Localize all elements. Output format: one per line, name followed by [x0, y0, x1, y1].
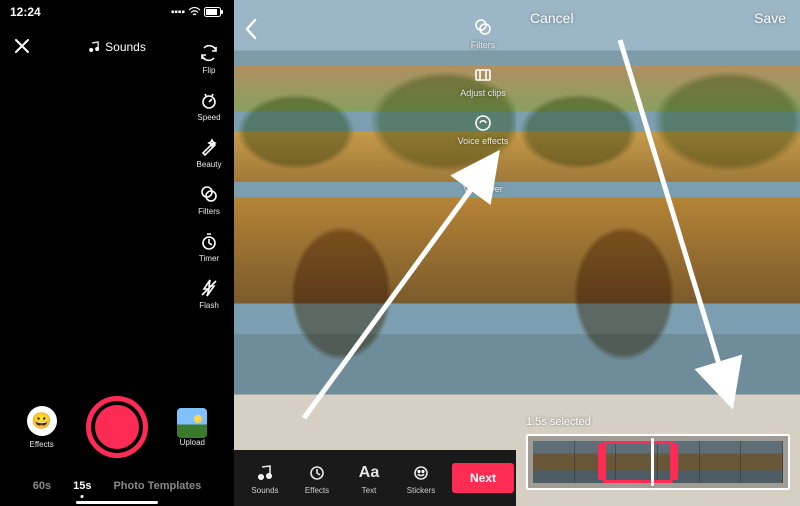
tb-effects-label: Effects [294, 486, 340, 495]
wifi-icon [188, 7, 201, 17]
flash-label: Flash [198, 301, 220, 310]
adjust-clips-screen: Cancel Save 1.5s selected [516, 0, 800, 506]
voice-effects-icon [472, 112, 494, 134]
music-note-icon-2 [242, 462, 288, 484]
voice-effects-label: Voice effects [458, 136, 509, 146]
voiceover-label: Voiceover [463, 184, 503, 194]
battery-icon [204, 7, 224, 17]
voiceover-button[interactable]: Voiceover [463, 160, 503, 194]
trim-frame [526, 434, 790, 490]
upload-icon [177, 408, 207, 438]
clock-icon [294, 462, 340, 484]
filters-icon-2 [472, 16, 494, 38]
speed-icon [198, 89, 220, 111]
back-icon[interactable] [244, 18, 258, 40]
effects-icon: 😀 [27, 406, 57, 436]
flip-icon [198, 42, 220, 64]
status-bar: 12:24 ▪▪▪▪ [0, 3, 234, 21]
adjust-clips-button[interactable]: Adjust clips [460, 64, 506, 98]
tb-stickers-label: Stickers [398, 486, 444, 495]
tb-sounds-label: Sounds [242, 486, 288, 495]
mode-60s[interactable]: 60s [33, 480, 51, 492]
shutter-row: 😀 Effects Upload [0, 396, 234, 458]
clip-thumb [533, 441, 575, 483]
speed-label: Speed [197, 113, 220, 122]
home-indicator [76, 501, 158, 504]
status-time: 12:24 [10, 5, 41, 19]
camera-screen: 12:24 ▪▪▪▪ Sounds Flip [0, 0, 234, 506]
speed-button[interactable]: Speed [197, 89, 220, 122]
upload-button[interactable]: Upload [177, 408, 207, 447]
tb-text-label: Text [346, 486, 392, 495]
preview-toolbar: Sounds Effects Aa Text Stickers Next [234, 450, 516, 506]
text-icon: Aa [346, 462, 392, 484]
flash-icon [198, 277, 220, 299]
next-button[interactable]: Next [452, 463, 514, 493]
filters-label-2: Filters [471, 40, 496, 50]
effects-label: Effects [27, 440, 57, 449]
trim-area: 1.5s selected [526, 416, 790, 490]
flash-button[interactable]: Flash [198, 277, 220, 310]
mode-15s[interactable]: 15s [73, 480, 91, 492]
sticker-icon [398, 462, 444, 484]
beauty-label: Beauty [197, 160, 222, 169]
record-button[interactable] [86, 396, 148, 458]
tb-effects[interactable]: Effects [294, 462, 340, 495]
filters-button[interactable]: Filters [198, 183, 220, 216]
preview-side-tools: Filters Adjust clips Voice effects Voice… [456, 16, 510, 194]
voice-effects-button[interactable]: Voice effects [458, 112, 509, 146]
adjust-clips-label: Adjust clips [460, 88, 506, 98]
timer-icon [198, 230, 220, 252]
upload-label: Upload [177, 438, 207, 447]
voiceover-icon [472, 160, 494, 182]
filters-icon [198, 183, 220, 205]
effects-button[interactable]: 😀 Effects [27, 406, 57, 449]
close-icon[interactable] [14, 38, 30, 54]
beauty-button[interactable]: Beauty [197, 136, 222, 169]
selection-duration: 1.5s selected [526, 416, 790, 428]
mode-templates[interactable]: Photo Templates [113, 480, 201, 492]
filters-button-2[interactable]: Filters [471, 16, 496, 50]
adjust-header: Cancel Save [516, 10, 800, 26]
tb-sounds[interactable]: Sounds [242, 462, 288, 495]
sounds-button[interactable]: Sounds [88, 40, 146, 54]
beauty-icon [198, 136, 220, 158]
save-button[interactable]: Save [754, 10, 786, 26]
timer-label: Timer [198, 254, 220, 263]
playhead[interactable] [651, 438, 654, 486]
trim-selection[interactable] [603, 441, 673, 483]
status-indicators: ▪▪▪▪ [171, 7, 224, 18]
preview-screen: Filters Adjust clips Voice effects Voice… [234, 0, 516, 506]
adjust-clips-icon [472, 64, 494, 86]
timer-button[interactable]: Timer [198, 230, 220, 263]
tb-text[interactable]: Aa Text [346, 462, 392, 495]
tb-stickers[interactable]: Stickers [398, 462, 444, 495]
cancel-button[interactable]: Cancel [530, 10, 574, 26]
filters-label: Filters [198, 207, 220, 216]
flip-button[interactable]: Flip [198, 42, 220, 75]
signal-icon: ▪▪▪▪ [171, 7, 185, 18]
music-note-icon [88, 41, 100, 53]
flip-label: Flip [198, 66, 220, 75]
camera-side-tools: Flip Speed Beauty Filters Timer Flash [188, 42, 230, 310]
clip-thumb [741, 441, 783, 483]
sounds-label: Sounds [105, 40, 146, 54]
clip-thumb [700, 441, 742, 483]
trim-track[interactable] [533, 441, 783, 483]
mode-selector: 60s 15s Photo Templates [0, 480, 234, 492]
